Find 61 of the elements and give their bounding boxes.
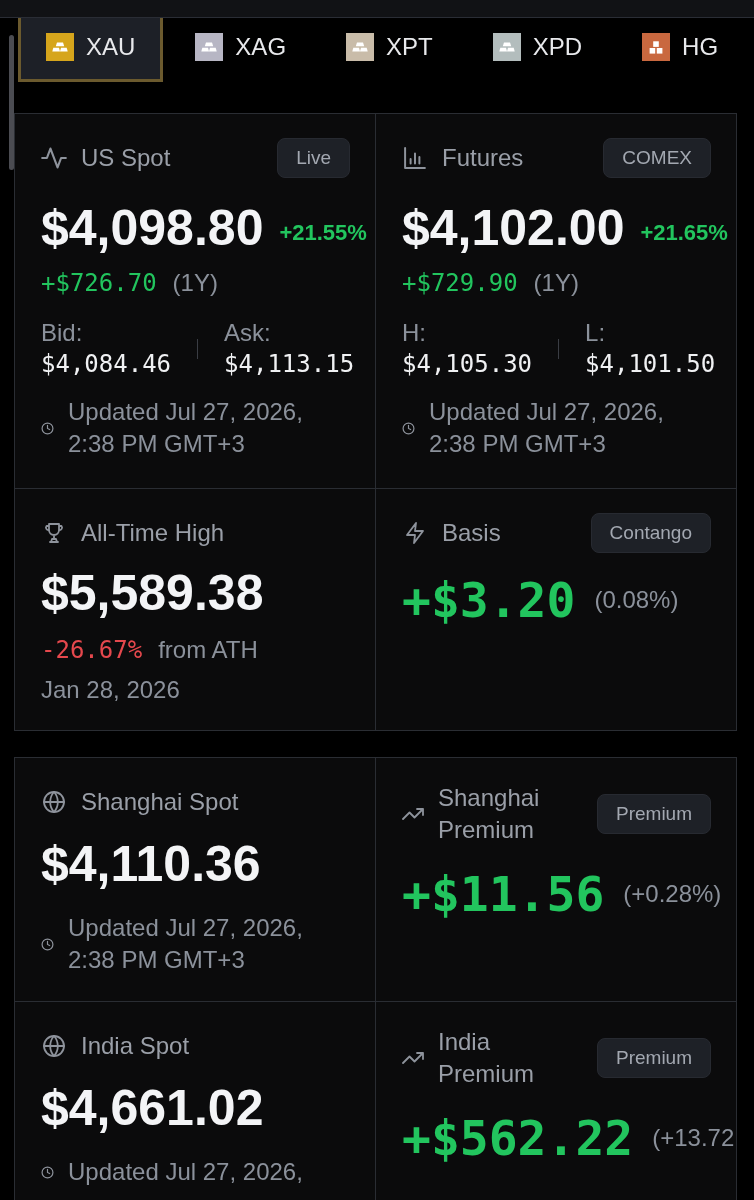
spread-percent: (0.08%) [594, 585, 679, 615]
trend-up-icon [402, 1052, 424, 1064]
price-value: $4,110.36 [41, 836, 261, 892]
card-title: Shanghai Spot [81, 787, 239, 817]
info-badge: Premium [597, 794, 711, 834]
bar-chart-icon [402, 147, 428, 169]
stat-label: Bid: [41, 318, 83, 348]
stat-value: $4,113.15 [224, 349, 355, 380]
card-title: Basis [442, 518, 501, 548]
info-badge: Premium [597, 1038, 711, 1078]
updated-time: Updated Jul 27, 2026, 2:38 PM GMT+3 [68, 397, 304, 459]
stat-value: $4,101.50 [585, 349, 716, 380]
trend-up-icon [402, 808, 424, 820]
change-percent: -26.67% [41, 635, 143, 665]
clock-icon [41, 937, 54, 951]
spread-value: +$3.20 [402, 572, 576, 628]
card-title: US Spot [81, 143, 171, 173]
spread-percent: (+13.72 [652, 1123, 735, 1153]
ath-date: Jan 28, 2026 [41, 675, 180, 705]
globe-icon [41, 791, 67, 813]
spread-percent: (+0.28%) [623, 879, 722, 909]
period-label: (1Y) [533, 268, 579, 298]
change-amount: +$729.90 [402, 268, 518, 298]
change-amount: +$726.70 [41, 268, 157, 298]
globe-icon [41, 1035, 67, 1057]
metal-tab[interactable]: XAU [18, 18, 164, 82]
spread-value: +$562.22 [402, 1110, 634, 1166]
card-title: All-Time High [81, 518, 225, 548]
info-badge: COMEX [603, 138, 711, 178]
metal-tab[interactable]: XPT [318, 18, 461, 82]
stat-label: Ask: [224, 318, 271, 348]
price-value: $5,589.38 [41, 565, 264, 621]
card-title: India Spot [81, 1031, 190, 1061]
period-label: (1Y) [172, 268, 218, 298]
clock-icon [402, 421, 415, 435]
clock-icon [41, 1165, 54, 1179]
metal-tab[interactable]: HG [614, 18, 747, 82]
metal-tab[interactable]: XAG [167, 18, 315, 82]
card-title: Futures [442, 143, 524, 173]
updated-time: Updated Jul 27, 2026, 2:38 PM GMT+3 [68, 913, 304, 975]
metal-tab[interactable]: XPD [464, 18, 611, 82]
pulse-icon [41, 147, 67, 169]
price-value: $4,098.80 [41, 200, 264, 256]
scrollbar-thumb[interactable] [9, 35, 14, 170]
spread-value: +$11.56 [402, 866, 605, 922]
stat-label: H: [402, 318, 426, 348]
clock-icon [41, 421, 54, 435]
price-value: $4,102.00 [402, 200, 625, 256]
stat-value: $4,105.30 [402, 349, 533, 380]
updated-time: Updated Jul 27, 2026, [68, 1157, 303, 1187]
info-badge: Contango [590, 513, 711, 553]
change-percent: +21.55% [279, 219, 367, 247]
card-title: India Premium [438, 1027, 535, 1089]
updated-time: Updated Jul 27, 2026, 2:38 PM GMT+3 [429, 397, 665, 459]
card-title: Shanghai Premium [438, 783, 541, 845]
from-ath-label: from ATH [158, 635, 258, 665]
stat-value: $4,084.46 [41, 349, 172, 380]
change-percent: +21.65% [640, 219, 728, 247]
stat-label: L: [585, 318, 606, 348]
price-value: $4,661.02 [41, 1080, 264, 1136]
info-badge: Live [277, 138, 350, 178]
